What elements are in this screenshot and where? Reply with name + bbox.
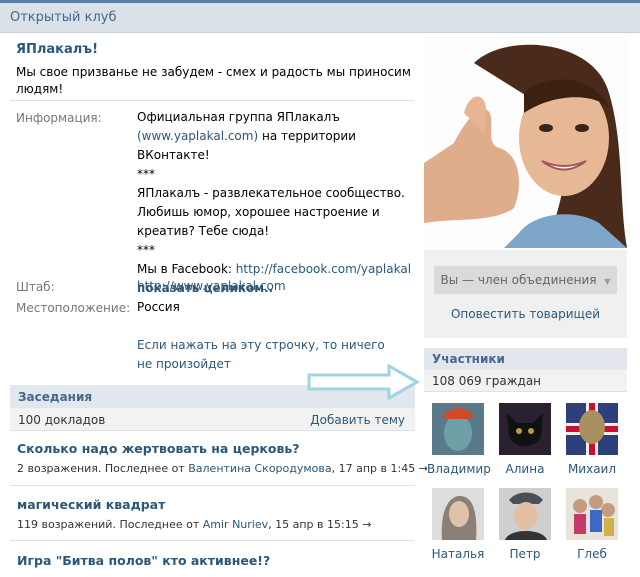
- info-line2: (www.yaplakal.com) на территории ВКонтак…: [137, 129, 356, 162]
- member-tile[interactable]: Петр: [494, 488, 556, 561]
- member-status-dropdown[interactable]: Вы — член объединения ▼: [434, 266, 617, 294]
- member-avatar[interactable]: [566, 403, 618, 455]
- membership-box: Вы — член объединения ▼ Оповестить товар…: [424, 250, 627, 338]
- go-to-last-icon[interactable]: →: [362, 518, 371, 531]
- meetings-subheader: 100 докладов Добавить тему: [10, 408, 415, 431]
- notify-friends-link[interactable]: Оповестить товарищей: [424, 307, 627, 321]
- members-header: Участники: [424, 348, 627, 370]
- info-value: Официальная группа ЯПлакалъ (www.yaplaka…: [137, 108, 412, 298]
- divider: [10, 485, 415, 486]
- info-line3: ЯПлакалъ - развлекательное сообщество. Л…: [137, 186, 405, 238]
- chevron-down-icon: ▼: [604, 277, 611, 286]
- group-name: ЯПлакалъ!: [16, 42, 98, 57]
- location-label: Местоположение:: [16, 301, 131, 315]
- divider: [10, 540, 415, 541]
- member-tile[interactable]: Владимир: [427, 403, 491, 476]
- facebook-link[interactable]: http://facebook.com/yaplakal: [236, 262, 411, 276]
- member-name[interactable]: Петр: [494, 547, 556, 561]
- location-value: Россия: [137, 300, 180, 314]
- page-title: Открытый клуб: [10, 10, 117, 25]
- topic-last-user[interactable]: Валентина Скородумова: [188, 462, 331, 475]
- arrow-right-icon: [307, 363, 419, 401]
- topic-title[interactable]: Игра "Битва полов" кто активнее!?: [17, 553, 270, 568]
- member-avatar[interactable]: [499, 403, 551, 455]
- members-title[interactable]: Участники: [432, 352, 505, 366]
- hq-link[interactable]: http://www.yaplakal.com: [137, 277, 412, 296]
- hq-label: Штаб:: [16, 280, 55, 294]
- group-avatar-photo[interactable]: [424, 33, 627, 248]
- meetings-count: 100 докладов: [18, 413, 106, 427]
- site-link[interactable]: (www.yaplakal.com): [137, 129, 258, 143]
- member-avatar[interactable]: [432, 488, 484, 540]
- group-status: Мы свое призванье не забудем - смех и ра…: [16, 65, 411, 96]
- topic-title[interactable]: Сколько надо жертвовать на церковь?: [17, 441, 300, 456]
- divider: [10, 100, 415, 101]
- member-name[interactable]: Глеб: [561, 547, 623, 561]
- page-header: Открытый клуб: [0, 0, 640, 33]
- member-tile[interactable]: Наталья: [427, 488, 489, 561]
- meetings-title[interactable]: Заседания: [18, 390, 92, 404]
- member-name[interactable]: Алина: [494, 462, 556, 476]
- info-stars: ***: [137, 243, 155, 257]
- member-name[interactable]: Наталья: [427, 547, 489, 561]
- topic-last-user[interactable]: Amir Nuriev: [203, 518, 268, 531]
- add-topic-link[interactable]: Добавить тему: [310, 413, 405, 427]
- member-avatar[interactable]: [432, 403, 484, 455]
- members-count-bar: 108 069 граждан: [424, 370, 627, 392]
- scroll-gutter: [627, 33, 640, 577]
- members-count[interactable]: 108 069 граждан: [432, 374, 541, 388]
- info-label: Информация:: [16, 111, 102, 125]
- info-line1: Официальная группа ЯПлакалъ: [137, 110, 340, 124]
- info-stars: ***: [137, 167, 155, 181]
- member-tile[interactable]: Михаил: [561, 403, 623, 476]
- woman-thumbs-up-image: [424, 33, 627, 248]
- topic-title[interactable]: магический квадрат: [17, 497, 165, 512]
- member-tile[interactable]: Алина: [494, 403, 556, 476]
- member-avatar[interactable]: [499, 488, 551, 540]
- member-name[interactable]: Владимир: [427, 462, 491, 476]
- member-name[interactable]: Михаил: [561, 462, 623, 476]
- topic-meta: 119 возражений. Последнее от Amir Nuriev…: [17, 518, 372, 531]
- member-tile[interactable]: Глеб: [561, 488, 623, 561]
- member-avatar[interactable]: [566, 488, 618, 540]
- topic-meta: 2 возражения. Последнее от Валентина Ско…: [17, 462, 428, 475]
